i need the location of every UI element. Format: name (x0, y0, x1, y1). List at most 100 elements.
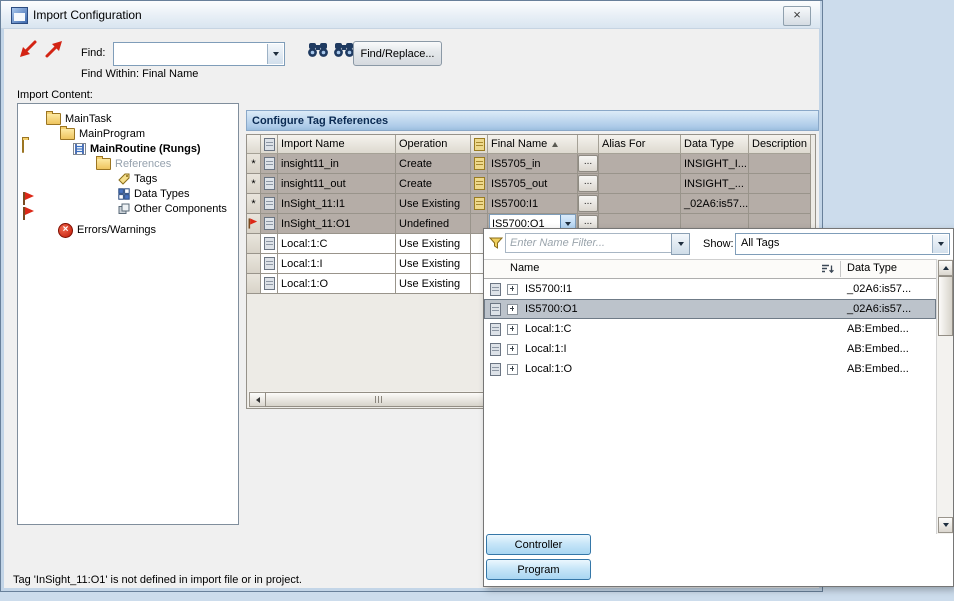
tree-item-mainroutine[interactable]: MainRoutine (Rungs) (73, 142, 201, 156)
scroll-left-button[interactable] (249, 392, 266, 407)
col-alias-for[interactable]: Alias For (599, 135, 681, 154)
controller-button[interactable]: Controller (486, 534, 591, 555)
tree-item-tags[interactable]: Tags (118, 172, 157, 186)
tree-item-data-types[interactable]: Data Types (118, 187, 189, 201)
row-selector[interactable]: * (247, 194, 261, 214)
row-selector[interactable] (247, 254, 261, 274)
expand-icon[interactable] (507, 284, 518, 295)
title-bar[interactable]: Import Configuration (1, 1, 820, 29)
scroll-thumb[interactable] (938, 276, 953, 336)
chevron-down-icon (678, 242, 684, 246)
show-combobox[interactable]: All Tags (735, 233, 950, 255)
find-replace-button[interactable]: Find/Replace... (353, 41, 442, 66)
find-combobox[interactable] (113, 42, 285, 66)
col-operation[interactable]: Operation (396, 135, 471, 154)
card-icon (490, 343, 501, 356)
sort-ascending-icon (552, 142, 558, 147)
sort-filter-icon[interactable] (821, 263, 834, 275)
col-final-name[interactable]: Final Name (488, 135, 578, 154)
routine-icon (73, 143, 86, 155)
operation-cell[interactable]: Create (396, 174, 471, 194)
name-filter-input[interactable] (505, 233, 677, 253)
browse-button[interactable]: ... (578, 155, 598, 172)
col-browse[interactable] (578, 135, 599, 154)
tag-browser-row[interactable]: Local:1:O AB:Embed... (484, 359, 936, 379)
row-selector[interactable]: * (247, 154, 261, 174)
expand-icon[interactable] (507, 344, 518, 355)
operation-cell[interactable]: Use Existing (396, 274, 471, 294)
browse-button[interactable]: ... (578, 195, 598, 212)
final-name-cell[interactable]: IS5705_in (488, 154, 578, 174)
import-name-cell[interactable]: InSight_11:O1 (278, 214, 396, 234)
tag-name: Local:1:O (525, 363, 572, 375)
filter-dropdown-button[interactable] (671, 233, 690, 255)
tree-item-maintask[interactable]: MainTask (46, 112, 111, 126)
tree-item-mainprogram[interactable]: MainProgram (60, 127, 145, 141)
browse-button[interactable]: ... (578, 175, 598, 192)
find-input[interactable] (116, 45, 268, 63)
show-label: Show: (703, 238, 734, 250)
tag-browser-row-selected[interactable]: IS5700:O1 _02A6:is57... (484, 299, 936, 319)
filter-funnel-icon[interactable] (489, 237, 503, 249)
expand-icon[interactable] (507, 304, 518, 315)
alias-cell[interactable] (599, 194, 681, 214)
tag-type-cell (261, 254, 278, 274)
operation-cell[interactable]: Undefined (396, 214, 471, 234)
scroll-down-button[interactable] (938, 517, 953, 533)
scroll-thumb[interactable] (265, 392, 492, 407)
browse-cell: ... (578, 194, 599, 214)
window-title: Import Configuration (33, 8, 142, 22)
row-selector[interactable] (247, 234, 261, 254)
alias-cell[interactable] (599, 174, 681, 194)
import-name-cell[interactable]: Local:1:I (278, 254, 396, 274)
description-cell[interactable] (749, 194, 811, 214)
program-button[interactable]: Program (486, 559, 591, 580)
tree-item-label: MainProgram (79, 128, 145, 140)
row-selector[interactable] (247, 274, 261, 294)
description-cell[interactable] (749, 174, 811, 194)
operation-cell[interactable]: Use Existing (396, 234, 471, 254)
description-cell[interactable] (749, 154, 811, 174)
final-name-cell[interactable]: IS5700:I1 (488, 194, 578, 214)
tag-browser-row[interactable]: Local:1:C AB:Embed... (484, 319, 936, 339)
import-name-cell[interactable]: Local:1:O (278, 274, 396, 294)
row-selector[interactable]: * (247, 174, 261, 194)
find-previous-icon[interactable] (307, 41, 329, 58)
tag-browser-row[interactable]: Local:1:I AB:Embed... (484, 339, 936, 359)
import-name-cell[interactable]: InSight_11:I1 (278, 194, 396, 214)
tree-item-references[interactable]: References (96, 157, 171, 171)
col-data-type[interactable]: Data Type (681, 135, 749, 154)
find-dropdown-button[interactable] (267, 44, 283, 64)
row-marker: * (251, 178, 255, 190)
import-name-cell[interactable]: Local:1:C (278, 234, 396, 254)
import-name-cell[interactable]: insight11_out (278, 174, 396, 194)
expand-icon[interactable] (507, 364, 518, 375)
col-import-type[interactable] (261, 135, 278, 154)
tree-item-other-components[interactable]: Other Components (118, 202, 227, 216)
scroll-up-button[interactable] (938, 260, 953, 276)
chevron-up-icon (943, 266, 949, 270)
find-next-icon[interactable] (333, 41, 355, 58)
tag-browser-row[interactable]: IS5700:I1 _02A6:is57... (484, 279, 936, 299)
remove-flag-icon[interactable] (17, 39, 39, 59)
operation-cell[interactable]: Use Existing (396, 254, 471, 274)
close-button[interactable] (783, 6, 811, 26)
import-name-cell[interactable]: insight11_in (278, 154, 396, 174)
col-description[interactable]: Description (749, 135, 811, 154)
show-dropdown-button[interactable] (932, 235, 948, 253)
col-row-selector[interactable] (247, 135, 261, 154)
card-icon (490, 363, 501, 376)
expand-icon[interactable] (507, 324, 518, 335)
row-selector[interactable] (247, 214, 261, 234)
add-flag-icon[interactable] (43, 39, 65, 59)
col-import-name[interactable]: Import Name (278, 135, 396, 154)
data-type-column-header[interactable]: Data Type (847, 262, 897, 274)
operation-cell[interactable]: Use Existing (396, 194, 471, 214)
operation-cell[interactable]: Create (396, 154, 471, 174)
vertical-scrollbar[interactable] (936, 259, 953, 534)
col-final-type[interactable] (471, 135, 488, 154)
alias-cell[interactable] (599, 154, 681, 174)
name-column-header[interactable]: Name (510, 262, 539, 274)
tree-item-errors-warnings[interactable]: Errors/Warnings (58, 223, 156, 237)
final-name-cell[interactable]: IS5705_out (488, 174, 578, 194)
